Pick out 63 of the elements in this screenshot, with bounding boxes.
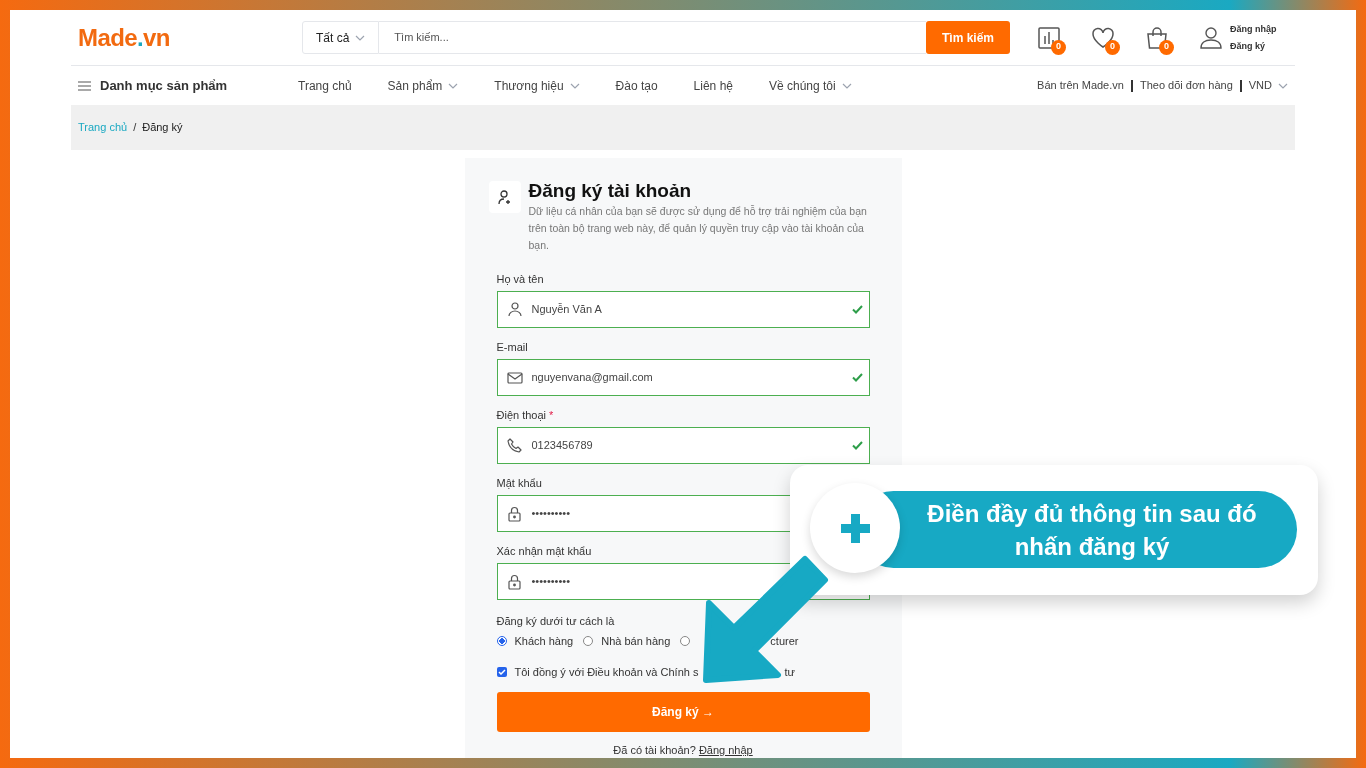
lock-icon (508, 505, 521, 522)
plus-icon (840, 513, 870, 543)
nav-link[interactable]: Thương hiệu (494, 76, 580, 95)
field-label: Mật khẩu (496, 476, 543, 490)
radio-button[interactable] (583, 636, 594, 647)
checkbox[interactable] (496, 666, 507, 677)
breadcrumb-separator: / (133, 120, 137, 136)
radio-label: Khách hàng (514, 634, 574, 649)
field-value: •••••••••• (531, 506, 571, 522)
radio-label: cturer (770, 634, 799, 649)
account-link[interactable]: Đăng nhập (1230, 22, 1277, 36)
top-link[interactable]: Theo dõi đơn hàng (1139, 77, 1233, 94)
callout-text: Điền đầy đủ thông tin sau đó nhấn đăng ký (926, 498, 1258, 562)
categories-menu[interactable]: Danh mục sản phẩm (100, 75, 228, 96)
chevron-down-icon (569, 82, 580, 89)
chevron-down-icon (355, 34, 366, 41)
nav-link[interactable]: Liên hệ (693, 76, 733, 95)
login-prompt: Đã có tài khoản? (613, 744, 696, 756)
field-value: •••••••••• (531, 574, 571, 590)
chevron-down-icon (1278, 82, 1288, 89)
field-value: Nguyễn Văn A (531, 302, 603, 318)
add-user-icon (497, 189, 512, 205)
agreement-text: Tôi đồng ý với Điều khoản và Chính s (514, 664, 699, 680)
mail-icon (506, 371, 523, 384)
heart-icon[interactable] (1091, 26, 1115, 49)
nav-link[interactable]: Sản phẩm (387, 76, 459, 95)
nav-link[interactable]: Về chúng tôi (769, 76, 852, 95)
phone-icon (507, 438, 522, 453)
top-link[interactable]: VND (1248, 77, 1288, 94)
top-link[interactable]: Bán trên Made.vn (1037, 77, 1124, 94)
breadcrumb-item[interactable]: Đăng ký (142, 119, 183, 136)
field-label: Điện thoại * (496, 408, 555, 422)
category-dropdown[interactable]: Tất cả (302, 21, 380, 54)
nav-link[interactable]: Đào tạo (615, 76, 658, 95)
field-label: Xác nhận mật khẩu (496, 544, 593, 558)
nav-link[interactable]: Trang chủ (298, 76, 352, 95)
search-field[interactable]: Tìm kiếm... (379, 21, 926, 54)
field-label: Họ và tên (496, 272, 545, 286)
bar-chart-icon[interactable] (1037, 25, 1061, 50)
radio-label: Nhà bán hàng (601, 634, 671, 649)
field-value: nguyenvana@gmail.com (531, 370, 654, 386)
count-badge: 0 (1051, 39, 1066, 55)
count-badge: 0 (1105, 39, 1120, 55)
radio-button[interactable] (680, 636, 691, 647)
shopping-bag-icon[interactable] (1145, 25, 1169, 50)
count-badge: 0 (1159, 39, 1174, 55)
chevron-down-icon (841, 82, 852, 89)
form-title: Đăng ký tài khoản (528, 179, 693, 203)
field-value: 0123456789 (531, 438, 594, 454)
account-link[interactable]: Đăng ký (1230, 39, 1277, 53)
input-field[interactable]: 0123456789 (496, 427, 870, 464)
radio-button[interactable] (496, 636, 507, 647)
login-link[interactable]: Đăng nhập (698, 744, 753, 756)
user-icon[interactable] (1200, 26, 1222, 49)
lock-icon (508, 573, 521, 590)
agreement-text: tư (784, 664, 795, 680)
user-icon (507, 302, 522, 317)
chevron-down-icon (448, 82, 459, 89)
input-field[interactable]: nguyenvana@gmail.com (496, 359, 870, 396)
input-field[interactable]: Nguyễn Văn A (496, 291, 870, 328)
role-label: Đăng ký dưới tư cách là (496, 614, 616, 628)
form-description: Dữ liệu cá nhân của bạn sẽ được sử dụng để hỗ trợ trải nghiệm của bạn trên toàn bộ trang web này, để quản lý quyền truy cập vào tài khoản của bạn. (528, 204, 868, 253)
field-label: E-mail (496, 340, 529, 354)
